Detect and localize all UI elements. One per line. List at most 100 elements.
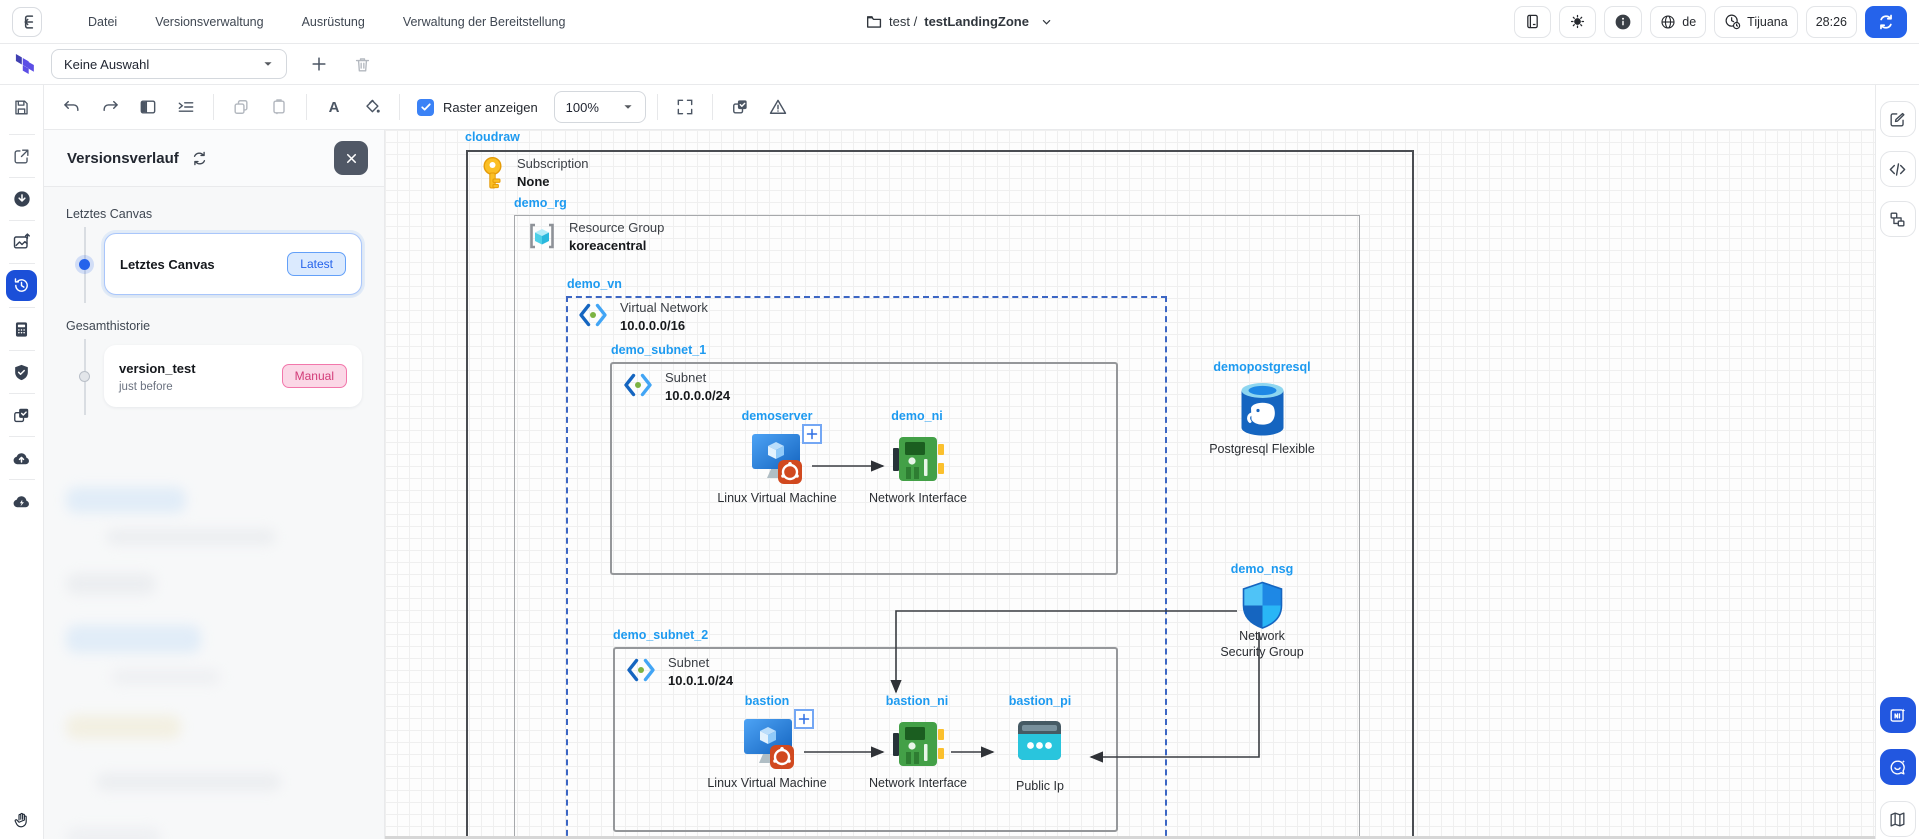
resource-group-label[interactable]: demo_rg: [514, 196, 567, 210]
redo-button[interactable]: [94, 91, 126, 123]
docs-button[interactable]: [1514, 6, 1551, 38]
fill-color-button[interactable]: [356, 91, 388, 123]
download-button[interactable]: [6, 184, 38, 214]
bastion-vm-icon[interactable]: [740, 715, 796, 771]
center-column: A Raster anzeigen 100%: [44, 85, 1875, 839]
top-menubar: Datei Versionsverwaltung Ausrüstung Verw…: [0, 0, 1919, 44]
menu-item-deployment-management[interactable]: Verwaltung der Bereitstellung: [403, 15, 566, 29]
layout-list-button[interactable]: [170, 91, 202, 123]
bastion-ni-icon[interactable]: [891, 717, 945, 771]
selection-dropdown[interactable]: Keine Auswahl: [51, 49, 287, 79]
validate-button[interactable]: [6, 400, 38, 430]
resource-tree-button[interactable]: [1880, 201, 1916, 237]
resource-group-icon: [526, 220, 558, 252]
diagram-canvas[interactable]: cloudraw Subscription None: [385, 130, 1875, 839]
resource-group-name: koreacentral: [569, 237, 664, 255]
toggle-sidebar-button[interactable]: [132, 91, 164, 123]
bastion-ni-label[interactable]: bastion_ni: [886, 694, 949, 708]
panel-title: Versionsverlauf: [67, 150, 179, 167]
version-history-panel: Versionsverlauf Letztes Canvas L: [44, 130, 385, 839]
demoserver-vm-icon[interactable]: [748, 430, 804, 486]
right-rail: [1875, 85, 1919, 839]
vnet-label[interactable]: demo_vn: [567, 277, 622, 291]
timezone-button[interactable]: Tijuana: [1714, 6, 1798, 38]
code-view-button[interactable]: [1880, 151, 1916, 187]
subnet-icon: [625, 655, 657, 685]
version-name: version_test: [119, 361, 196, 376]
version-history-button[interactable]: [6, 270, 37, 301]
latest-badge: Latest: [287, 252, 346, 276]
edit-resource-button[interactable]: [1880, 101, 1916, 137]
version-test-card[interactable]: version_test just before Manual: [104, 345, 362, 407]
subnet1-label[interactable]: demo_subnet_1: [611, 343, 706, 357]
demopostgresql-icon[interactable]: [1239, 381, 1286, 438]
timeline-dot-active[interactable]: [79, 259, 90, 270]
sync-button[interactable]: [1865, 6, 1907, 38]
demopostgresql-label[interactable]: demopostgresql: [1213, 360, 1310, 374]
cloud-upload-button[interactable]: [6, 443, 38, 473]
menu-item-equipment[interactable]: Ausrüstung: [302, 15, 365, 29]
minimap-button[interactable]: [1880, 801, 1916, 837]
exit-app-button[interactable]: [12, 7, 42, 37]
menu-item-file[interactable]: Datei: [88, 15, 117, 29]
project-switcher[interactable]: test / testLandingZone: [865, 13, 1054, 30]
bastion-add-button[interactable]: [794, 709, 814, 729]
refresh-icon[interactable]: [191, 150, 208, 167]
pan-hand-button[interactable]: [13, 811, 31, 829]
warnings-button[interactable]: [762, 91, 794, 123]
zoom-dropdown[interactable]: 100%: [554, 91, 646, 123]
subnet1-header: Subnet 10.0.0.0/24: [622, 370, 730, 404]
ai-image-button[interactable]: [1880, 697, 1916, 733]
policy-shield-button[interactable]: [6, 357, 38, 387]
language-button[interactable]: de: [1650, 6, 1706, 38]
latest-canvas-card[interactable]: Letztes Canvas Latest: [104, 233, 362, 295]
bastion-pi-label[interactable]: bastion_pi: [1009, 694, 1072, 708]
fullscreen-button[interactable]: [669, 91, 701, 123]
topbar-actions: de Tijuana 28:26: [1514, 6, 1907, 38]
skeleton-blob: [66, 573, 156, 595]
skeleton-blob: [96, 773, 281, 791]
canvas-title-label[interactable]: cloudraw: [465, 130, 520, 144]
demo-ni-caption: Network Interface: [858, 490, 978, 506]
menu-item-version-management[interactable]: Versionsverwaltung: [155, 15, 263, 29]
bastion-label[interactable]: bastion: [745, 694, 789, 708]
apply-changes-button[interactable]: [724, 91, 756, 123]
skeleton-blob: [66, 827, 161, 839]
ai-chat-button[interactable]: [1880, 749, 1916, 785]
vnet-header: Virtual Network 10.0.0.0/16: [577, 300, 708, 334]
version-name: Letztes Canvas: [120, 257, 215, 272]
sync-icon: [1877, 13, 1895, 31]
bastion-pi-icon[interactable]: [1016, 718, 1063, 763]
image-upload-button[interactable]: [6, 227, 38, 257]
copy-button[interactable]: [225, 91, 257, 123]
panel-close-button[interactable]: [334, 141, 368, 175]
demo-ni-icon[interactable]: [891, 432, 945, 486]
subnet2-label[interactable]: demo_subnet_2: [613, 628, 708, 642]
theme-toggle-button[interactable]: [1559, 6, 1596, 38]
save-button[interactable]: [12, 98, 31, 117]
bastion-caption: Linux Virtual Machine: [707, 775, 827, 791]
history-version-row: version_test just before Manual: [66, 345, 362, 407]
demo-ni-label[interactable]: demo_ni: [891, 409, 942, 423]
journal-icon: [1524, 13, 1541, 30]
timer-button[interactable]: 28:26: [1806, 6, 1857, 38]
timezone-label: Tijuana: [1747, 15, 1788, 29]
paste-button[interactable]: [263, 91, 295, 123]
export-button[interactable]: [6, 141, 38, 171]
grid-toggle-label[interactable]: Raster anzeigen: [443, 100, 538, 115]
demoserver-label[interactable]: demoserver: [742, 409, 813, 423]
calculator-button[interactable]: [6, 314, 38, 344]
grid-toggle-checkbox[interactable]: [417, 99, 434, 116]
demoserver-add-button[interactable]: [802, 424, 822, 444]
bastion-ni-caption: Network Interface: [858, 775, 978, 791]
cloud-deploy-button[interactable]: [6, 486, 38, 516]
undo-button[interactable]: [56, 91, 88, 123]
project-path: test /: [889, 14, 917, 29]
info-button[interactable]: [1604, 6, 1642, 38]
demo-nsg-icon[interactable]: [1240, 581, 1285, 630]
delete-selection-button[interactable]: [353, 55, 372, 74]
text-color-button[interactable]: A: [318, 91, 350, 123]
add-selection-button[interactable]: [309, 54, 329, 74]
timeline-dot-idle[interactable]: [79, 371, 90, 382]
demo-nsg-label[interactable]: demo_nsg: [1231, 562, 1294, 576]
